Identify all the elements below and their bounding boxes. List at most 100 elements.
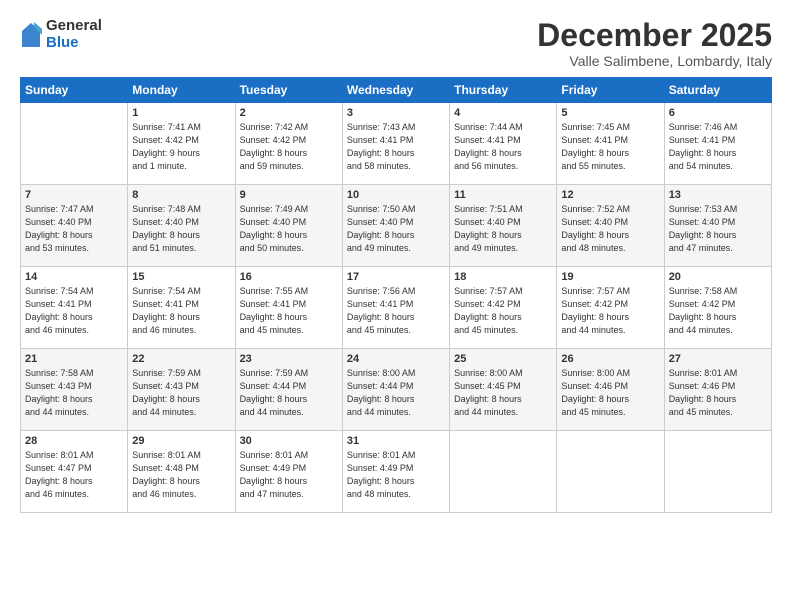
calendar-cell-w1-d3: 2Sunrise: 7:42 AMSunset: 4:42 PMDaylight… <box>235 103 342 185</box>
day-number: 6 <box>669 107 767 119</box>
day-info: Sunrise: 7:44 AMSunset: 4:41 PMDaylight:… <box>454 121 552 173</box>
day-number: 10 <box>347 189 445 201</box>
calendar-cell-w4-d1: 21Sunrise: 7:58 AMSunset: 4:43 PMDayligh… <box>21 349 128 431</box>
calendar-cell-w1-d4: 3Sunrise: 7:43 AMSunset: 4:41 PMDaylight… <box>342 103 449 185</box>
calendar-cell-w2-d2: 8Sunrise: 7:48 AMSunset: 4:40 PMDaylight… <box>128 185 235 267</box>
calendar-cell-w5-d7 <box>664 431 771 513</box>
header-saturday: Saturday <box>664 78 771 103</box>
calendar-cell-w3-d3: 16Sunrise: 7:55 AMSunset: 4:41 PMDayligh… <box>235 267 342 349</box>
calendar-cell-w1-d6: 5 Sunrise: 7:45 AMSunset: 4:41 PMDaylight… <box>557 103 664 185</box>
day-number: 23 <box>240 353 338 365</box>
day-info: Sunrise: 7:45 AMSunset: 4:41 PMDaylight:… <box>561 121 659 173</box>
title-block: December 2025 Valle Salimbene, Lombardy,… <box>537 18 772 69</box>
calendar-week-2: 7Sunrise: 7:47 AMSunset: 4:40 PMDaylight… <box>21 185 772 267</box>
calendar-cell-w1-d5: 4 Sunrise: 7:44 AMSunset: 4:41 PMDaylight… <box>450 103 557 185</box>
calendar-cell-w2-d1: 7Sunrise: 7:47 AMSunset: 4:40 PMDaylight… <box>21 185 128 267</box>
calendar-cell-w5-d6 <box>557 431 664 513</box>
calendar-cell-w5-d2: 29 Sunrise: 8:01 AMSunset: 4:48 PMDayligh… <box>128 431 235 513</box>
day-number: 22 <box>132 353 230 365</box>
day-number: 28 <box>25 435 123 447</box>
day-info: Sunrise: 7:42 AMSunset: 4:42 PMDaylight:… <box>240 121 338 173</box>
logo-icon <box>20 21 42 49</box>
day-number: 8 <box>132 189 230 201</box>
day-number: 4 <box>454 107 552 119</box>
header-wednesday: Wednesday <box>342 78 449 103</box>
header-thursday: Thursday <box>450 78 557 103</box>
calendar-cell-w2-d7: 13 Sunrise: 7:53 AMSunset: 4:40 PMDayligh… <box>664 185 771 267</box>
header: General Blue December 2025 Valle Salimbe… <box>20 18 772 69</box>
day-number: 27 <box>669 353 767 365</box>
calendar-cell-w3-d7: 20Sunrise: 7:58 AMSunset: 4:42 PMDayligh… <box>664 267 771 349</box>
day-number: 9 <box>240 189 338 201</box>
calendar-cell-w3-d2: 15 Sunrise: 7:54 AMSunset: 4:41 PMDayligh… <box>128 267 235 349</box>
day-number: 20 <box>669 271 767 283</box>
header-monday: Monday <box>128 78 235 103</box>
day-info: Sunrise: 7:53 AMSunset: 4:40 PMDaylight:… <box>669 203 767 255</box>
header-tuesday: Tuesday <box>235 78 342 103</box>
day-info: Sunrise: 7:49 AMSunset: 4:40 PMDaylight:… <box>240 203 338 255</box>
calendar-cell-w4-d2: 22Sunrise: 7:59 AMSunset: 4:43 PMDayligh… <box>128 349 235 431</box>
day-number: 7 <box>25 189 123 201</box>
calendar-cell-w1-d2: 1Sunrise: 7:41 AMSunset: 4:42 PMDaylight… <box>128 103 235 185</box>
day-number: 3 <box>347 107 445 119</box>
day-number: 15 <box>132 271 230 283</box>
calendar-cell-w5-d4: 31Sunrise: 8:01 AMSunset: 4:49 PMDayligh… <box>342 431 449 513</box>
day-number: 17 <box>347 271 445 283</box>
logo-blue-label: Blue <box>46 35 102 52</box>
calendar-cell-w1-d7: 6 Sunrise: 7:46 AMSunset: 4:41 PMDaylight… <box>664 103 771 185</box>
day-number: 29 <box>132 435 230 447</box>
logo-general-label: General <box>46 18 102 35</box>
day-info: Sunrise: 7:54 AMSunset: 4:41 PMDaylight:… <box>25 285 123 337</box>
calendar-cell-w1-d1 <box>21 103 128 185</box>
day-number: 14 <box>25 271 123 283</box>
day-info: Sunrise: 8:01 AMSunset: 4:49 PMDaylight:… <box>240 449 338 501</box>
calendar-cell-w2-d6: 12Sunrise: 7:52 AMSunset: 4:40 PMDayligh… <box>557 185 664 267</box>
day-info: Sunrise: 8:01 AMSunset: 4:46 PMDaylight:… <box>669 367 767 419</box>
calendar-cell-w2-d3: 9 Sunrise: 7:49 AMSunset: 4:40 PMDaylight… <box>235 185 342 267</box>
day-number: 13 <box>669 189 767 201</box>
day-number: 24 <box>347 353 445 365</box>
calendar-cell-w3-d5: 18Sunrise: 7:57 AMSunset: 4:42 PMDayligh… <box>450 267 557 349</box>
day-number: 30 <box>240 435 338 447</box>
day-number: 26 <box>561 353 659 365</box>
day-info: Sunrise: 7:46 AMSunset: 4:41 PMDaylight:… <box>669 121 767 173</box>
calendar-cell-w4-d3: 23 Sunrise: 7:59 AMSunset: 4:44 PMDayligh… <box>235 349 342 431</box>
day-info: Sunrise: 8:00 AMSunset: 4:46 PMDaylight:… <box>561 367 659 419</box>
header-sunday: Sunday <box>21 78 128 103</box>
calendar-week-4: 21Sunrise: 7:58 AMSunset: 4:43 PMDayligh… <box>21 349 772 431</box>
calendar-cell-w3-d6: 19 Sunrise: 7:57 AMSunset: 4:42 PMDayligh… <box>557 267 664 349</box>
day-number: 19 <box>561 271 659 283</box>
calendar-cell-w3-d1: 14 Sunrise: 7:54 AMSunset: 4:41 PMDayligh… <box>21 267 128 349</box>
calendar-body: 1Sunrise: 7:41 AMSunset: 4:42 PMDaylight… <box>21 103 772 513</box>
day-info: Sunrise: 7:57 AMSunset: 4:42 PMDaylight:… <box>454 285 552 337</box>
calendar-week-3: 14 Sunrise: 7:54 AMSunset: 4:41 PMDayligh… <box>21 267 772 349</box>
calendar-cell-w4-d7: 27 Sunrise: 8:01 AMSunset: 4:46 PMDayligh… <box>664 349 771 431</box>
header-friday: Friday <box>557 78 664 103</box>
day-info: Sunrise: 7:54 AMSunset: 4:41 PMDaylight:… <box>132 285 230 337</box>
calendar-header: Sunday Monday Tuesday Wednesday Thursday… <box>21 78 772 103</box>
calendar-cell-w5-d1: 28Sunrise: 8:01 AMSunset: 4:47 PMDayligh… <box>21 431 128 513</box>
day-info: Sunrise: 7:57 AMSunset: 4:42 PMDaylight:… <box>561 285 659 337</box>
calendar-cell-w5-d3: 30 Sunrise: 8:01 AMSunset: 4:49 PMDayligh… <box>235 431 342 513</box>
day-number: 25 <box>454 353 552 365</box>
calendar-cell-w2-d4: 10Sunrise: 7:50 AMSunset: 4:40 PMDayligh… <box>342 185 449 267</box>
day-info: Sunrise: 8:00 AMSunset: 4:44 PMDaylight:… <box>347 367 445 419</box>
day-number: 12 <box>561 189 659 201</box>
day-info: Sunrise: 7:56 AMSunset: 4:41 PMDaylight:… <box>347 285 445 337</box>
calendar-week-1: 1Sunrise: 7:41 AMSunset: 4:42 PMDaylight… <box>21 103 772 185</box>
calendar-cell-w4-d5: 25 Sunrise: 8:00 AMSunset: 4:45 PMDayligh… <box>450 349 557 431</box>
month-title: December 2025 <box>537 18 772 53</box>
day-info: Sunrise: 8:01 AMSunset: 4:48 PMDaylight:… <box>132 449 230 501</box>
day-number: 1 <box>132 107 230 119</box>
calendar-table: Sunday Monday Tuesday Wednesday Thursday… <box>20 77 772 513</box>
day-info: Sunrise: 7:59 AMSunset: 4:44 PMDaylight:… <box>240 367 338 419</box>
day-number: 21 <box>25 353 123 365</box>
calendar-cell-w4-d4: 24 Sunrise: 8:00 AMSunset: 4:44 PMDayligh… <box>342 349 449 431</box>
day-number: 5 <box>561 107 659 119</box>
day-info: Sunrise: 8:00 AMSunset: 4:45 PMDaylight:… <box>454 367 552 419</box>
day-info: Sunrise: 7:55 AMSunset: 4:41 PMDaylight:… <box>240 285 338 337</box>
location-label: Valle Salimbene, Lombardy, Italy <box>537 53 772 69</box>
header-row: Sunday Monday Tuesday Wednesday Thursday… <box>21 78 772 103</box>
day-info: Sunrise: 8:01 AMSunset: 4:49 PMDaylight:… <box>347 449 445 501</box>
calendar-cell-w3-d4: 17 Sunrise: 7:56 AMSunset: 4:41 PMDayligh… <box>342 267 449 349</box>
